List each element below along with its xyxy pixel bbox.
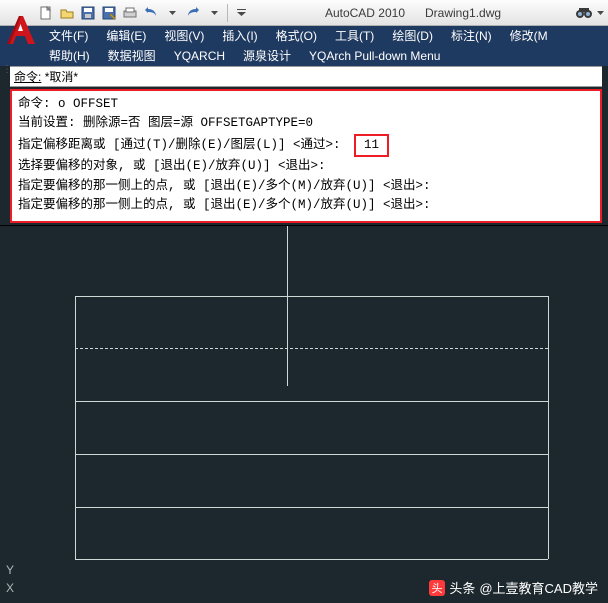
cmd-line-4: 选择要偏移的对象, 或 [退出(E)/放弃(U)] <退出>: — [18, 157, 594, 176]
title-bar: AutoCAD 2010 Drawing1.dwg — [0, 0, 608, 26]
chevron-down-icon — [597, 6, 604, 20]
menu-bar: 文件(F) 编辑(E) 视图(V) 插入(I) 格式(O) 工具(T) 绘图(D… — [0, 26, 608, 46]
qat-redo-dropdown[interactable] — [204, 3, 224, 23]
menu-draw[interactable]: 绘图(D) — [383, 26, 442, 46]
plot-icon — [123, 6, 137, 20]
app-name: AutoCAD 2010 — [325, 6, 405, 20]
cmd-prefix: 命令: — [14, 70, 41, 84]
quick-access-toolbar — [34, 3, 251, 23]
menu-insert[interactable]: 插入(I) — [213, 26, 266, 46]
qat-plot-button[interactable] — [120, 3, 140, 23]
qat-new-button[interactable] — [36, 3, 56, 23]
chevron-down-icon — [237, 6, 246, 20]
cmd-line-2: 当前设置: 删除源=否 图层=源 OFFSETGAPTYPE=0 — [18, 114, 594, 133]
drawn-rect-right — [548, 296, 549, 559]
drawn-hline — [75, 454, 548, 455]
cmd-cancel-text: *取消* — [45, 70, 78, 84]
drawn-hline — [75, 296, 548, 297]
save-icon — [81, 6, 95, 20]
qat-saveas-button[interactable] — [99, 3, 119, 23]
panel-grip-dots[interactable]: ⋮ — [2, 68, 12, 72]
command-area: 命令: o OFFSET 当前设置: 删除源=否 图层=源 OFFSETGAPT… — [10, 89, 602, 223]
watermark: 头 头条 @上壹教育CAD教学 — [429, 578, 598, 597]
menu-edit[interactable]: 编辑(E) — [97, 26, 155, 46]
cmd-line-3: 指定偏移距离或 [通过(T)/删除(E)/图层(L)] <通过>: 11 — [18, 134, 594, 157]
axis-y-label: Y — [6, 563, 14, 577]
menu-yqarch[interactable]: YQARCH — [165, 46, 234, 66]
open-icon — [60, 6, 74, 20]
qat-undo-button[interactable] — [141, 3, 161, 23]
binoculars-icon — [575, 5, 595, 21]
menu-view[interactable]: 视图(V) — [155, 26, 213, 46]
menu-yuanquan[interactable]: 源泉设计 — [234, 46, 300, 66]
command-history-line: 命令: *取消* — [10, 66, 602, 87]
qat-open-button[interactable] — [57, 3, 77, 23]
watermark-text: @上壹教育CAD教学 — [479, 578, 598, 597]
cmd-line-1: 命令: o OFFSET — [18, 95, 594, 114]
menu-dataview[interactable]: 数据视图 — [99, 46, 165, 66]
drawn-rect-left — [75, 296, 76, 559]
menu-yqarch-pulldown[interactable]: YQArch Pull-down Menu — [300, 46, 449, 66]
menu-dimension[interactable]: 标注(N) — [442, 26, 501, 46]
qat-redo-button[interactable] — [183, 3, 203, 23]
search-box[interactable] — [575, 5, 604, 21]
drawing-canvas[interactable]: Y X 头 头条 @上壹教育CAD教学 — [0, 225, 608, 603]
chevron-down-icon — [211, 6, 218, 20]
drawn-hline — [75, 507, 548, 508]
chevron-down-icon — [169, 6, 176, 20]
drawn-hline-dashed — [75, 348, 548, 349]
axis-x-label: X — [6, 581, 14, 595]
offset-value-highlight: 11 — [354, 134, 389, 157]
drawn-hline — [75, 559, 548, 560]
qat-save-button[interactable] — [78, 3, 98, 23]
qat-customize-button[interactable] — [231, 3, 251, 23]
menu-tools[interactable]: 工具(T) — [326, 26, 383, 46]
menu-file[interactable]: 文件(F) — [40, 26, 97, 46]
watermark-prefix: 头条 — [449, 578, 475, 597]
qat-undo-dropdown[interactable] — [162, 3, 182, 23]
qat-separator — [227, 4, 228, 22]
menu-modify[interactable]: 修改(M — [501, 26, 557, 46]
menu-format[interactable]: 格式(O) — [267, 26, 326, 46]
document-name: Drawing1.dwg — [425, 6, 501, 20]
cmd-line-3-pre: 指定偏移距离或 [通过(T)/删除(E)/图层(L)] <通过>: — [18, 138, 341, 152]
saveas-icon — [102, 6, 116, 20]
svg-text:头: 头 — [432, 582, 443, 595]
undo-icon — [144, 6, 158, 20]
drawn-vline — [287, 226, 288, 386]
menu-bar-2: 帮助(H) 数据视图 YQARCH 源泉设计 YQArch Pull-down … — [0, 46, 608, 66]
title-right — [575, 5, 608, 21]
redo-icon — [186, 6, 200, 20]
new-icon — [39, 6, 53, 20]
autocad-logo[interactable] — [4, 14, 38, 48]
watermark-icon: 头 — [429, 580, 445, 596]
drawn-hline — [75, 401, 548, 402]
cmd-line-5: 指定要偏移的那一侧上的点, 或 [退出(E)/多个(M)/放弃(U)] <退出>… — [18, 177, 594, 196]
title-center: AutoCAD 2010 Drawing1.dwg — [251, 6, 575, 20]
cmd-line-6: 指定要偏移的那一侧上的点, 或 [退出(E)/多个(M)/放弃(U)] <退出>… — [18, 196, 594, 215]
menu-help[interactable]: 帮助(H) — [40, 46, 99, 66]
